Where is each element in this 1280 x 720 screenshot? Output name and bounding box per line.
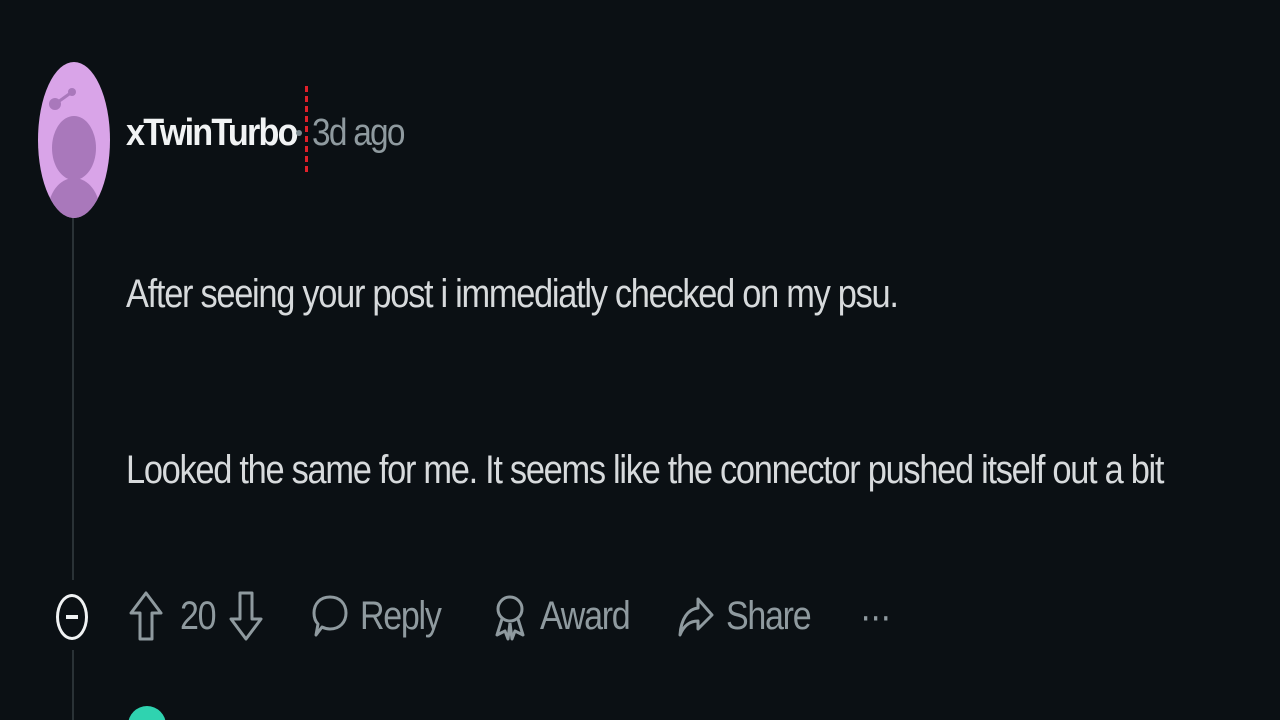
username[interactable]: xTwinTurbo [126,112,299,155]
comment-paragraph: After seeing your post i immediatly chec… [126,272,899,316]
downvote-button[interactable] [228,584,264,648]
thread-line[interactable] [72,215,74,580]
award-ribbon-icon [492,589,528,643]
more-options-button[interactable]: ··· [860,584,895,648]
reply-button[interactable]: Reply [312,584,455,648]
arrow-down-icon [228,589,264,643]
award-label: Award [540,593,631,638]
reply-label: Reply [360,593,442,638]
arrow-up-icon [128,589,164,643]
vote-count: 20 [180,584,222,648]
vote-count-label: 20 [180,593,217,638]
speech-bubble-icon [312,589,348,643]
thread-line-continued[interactable] [72,650,74,720]
share-arrow-icon [678,589,714,643]
share-label: Share [726,593,812,638]
next-comment-avatar[interactable] [128,706,166,720]
avatar[interactable] [38,62,110,218]
share-button[interactable]: Share [678,584,825,648]
upvote-button[interactable] [128,584,164,648]
collapse-minus-icon[interactable] [56,594,88,640]
comment-paragraph: Looked the same for me. It seems like th… [126,448,1164,492]
separator-dot [296,130,302,136]
text-cursor-marker [305,86,308,176]
reddit-snoo-avatar-icon [48,88,100,218]
more-options-icon: ··· [860,593,891,638]
timestamp[interactable]: 3d ago [312,112,405,155]
award-button[interactable]: Award [492,584,645,648]
